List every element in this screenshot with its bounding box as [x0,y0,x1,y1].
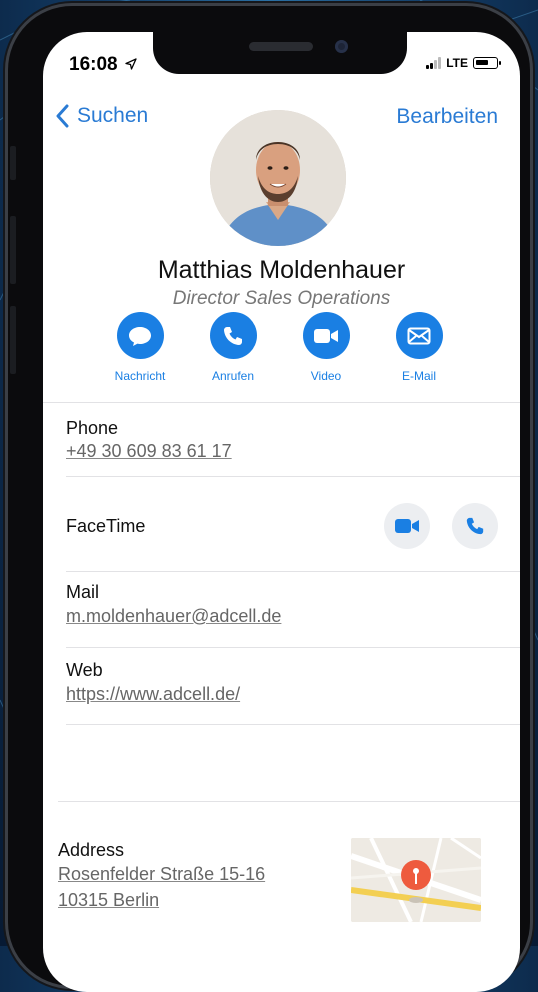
battery-icon [473,57,501,69]
front-camera [335,40,348,53]
status-time: 16:08 [69,54,137,76]
facetime-audio-button[interactable] [452,503,498,549]
phone-label: Phone [66,418,119,438]
row-divider [66,647,520,648]
row-divider [66,571,520,572]
row-divider [66,476,520,477]
video-label: Video [310,369,342,383]
back-label: Suchen [77,104,149,127]
speaker [249,42,313,51]
volume-up-button [10,216,16,284]
call-label: Anrufen [211,369,255,383]
address-label: Address [58,840,125,860]
video-icon [302,312,350,359]
mail-value[interactable]: m.moldenhauer@adcell.de [66,606,281,627]
location-arrow-icon [125,58,137,70]
chevron-left-icon [56,104,69,128]
phone-value[interactable]: +49 30 609 83 61 17 [66,441,232,462]
address-line2[interactable]: 10315 Berlin [58,890,159,911]
contact-name: Matthias Moldenhauer [157,256,406,284]
message-icon [116,312,164,359]
phone-frame: 16:08 LTE Suchen Bearbeiten Matthias Mol… [8,6,530,992]
contact-title: Director Sales Operations [172,288,391,309]
message-label: Nachricht [114,369,166,383]
call-action[interactable]: Anrufen [188,312,278,383]
contact-avatar [210,110,346,246]
section-divider [58,801,520,802]
address-map[interactable] [351,838,481,922]
mute-switch [10,146,16,180]
header-divider [43,402,520,403]
phone-icon [209,312,257,359]
notch [153,32,407,74]
video-action[interactable]: Video [281,312,371,383]
row-divider [66,724,520,725]
video-icon [395,519,419,533]
message-action[interactable]: Nachricht [95,312,185,383]
status-indicators: LTE [426,56,501,70]
address-line1[interactable]: Rosenfelder Straße 15-16 [58,864,265,885]
phone-icon [466,517,484,535]
web-value[interactable]: https://www.adcell.de/ [66,684,240,705]
volume-down-button [10,306,16,374]
facetime-label: FaceTime [66,516,146,536]
mail-label: Mail [66,582,100,602]
web-label: Web [66,660,103,680]
facetime-video-button[interactable] [384,503,430,549]
edit-button[interactable]: Bearbeiten [396,105,498,129]
mail-icon [395,312,443,359]
email-label: E-Mail [401,369,436,383]
back-button[interactable]: Suchen [55,104,148,128]
email-action[interactable]: E-Mail [374,312,464,383]
signal-bars-icon [426,57,442,69]
screen: 16:08 LTE Suchen Bearbeiten Matthias Mol… [43,32,520,992]
network-label: LTE [446,56,468,70]
